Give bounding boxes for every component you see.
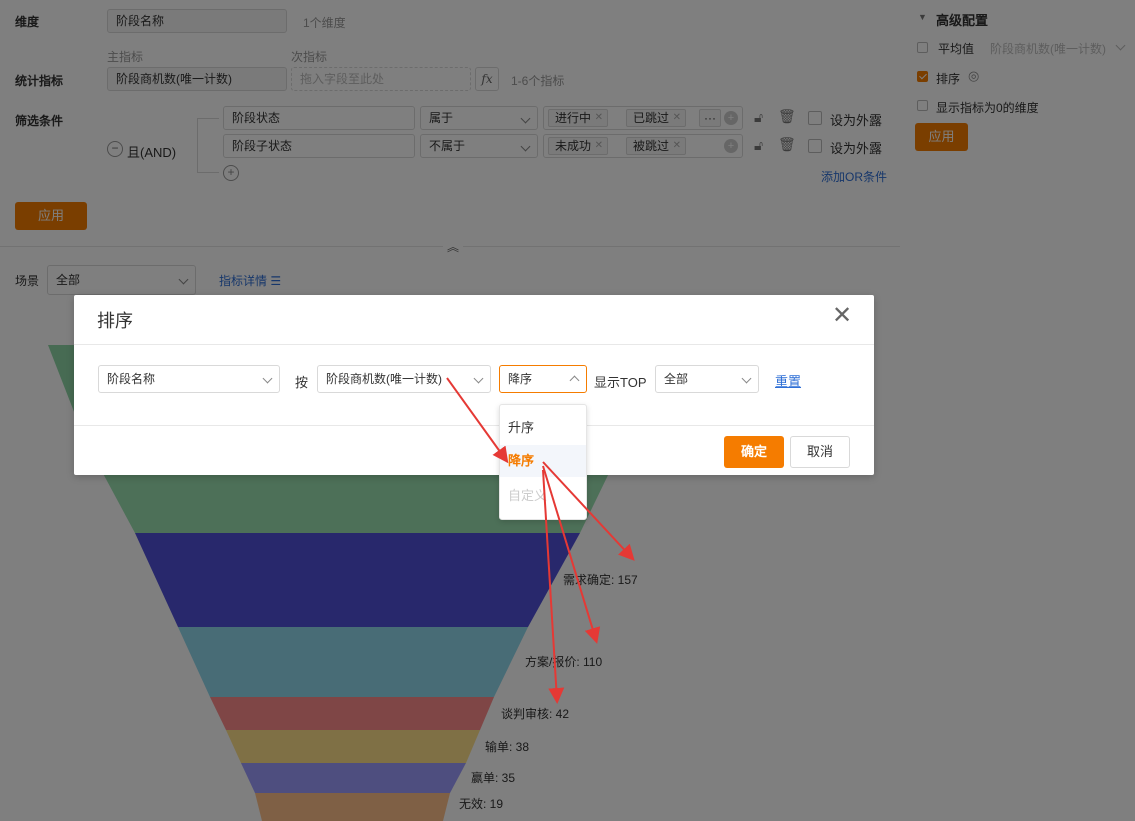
- sort-order-dropdown: 升序 降序 自定义: [499, 404, 587, 520]
- modal-title: 排序: [97, 311, 133, 331]
- reset-link[interactable]: 重置: [775, 371, 801, 390]
- sort-modal: 排序 ✕ 阶段名称 按 阶段商机数(唯一计数) 降序 显示TOP 全部 重置 确…: [74, 295, 874, 475]
- top-select[interactable]: 全部: [655, 365, 759, 393]
- sort-field-select[interactable]: 阶段名称: [98, 365, 280, 393]
- modal-header-divider: [74, 344, 874, 345]
- confirm-button[interactable]: 确定: [724, 436, 784, 468]
- option-ascending[interactable]: 升序: [500, 413, 586, 443]
- option-custom[interactable]: 自定义: [500, 481, 586, 511]
- close-icon[interactable]: ✕: [832, 301, 852, 331]
- option-descending[interactable]: 降序: [500, 445, 586, 477]
- sort-order-select[interactable]: 降序: [499, 365, 587, 393]
- cancel-button[interactable]: 取消: [790, 436, 850, 468]
- by-label: 按: [295, 375, 309, 390]
- sort-metric-select[interactable]: 阶段商机数(唯一计数): [317, 365, 491, 393]
- modal-footer-divider: [74, 425, 874, 426]
- top-label: 显示TOP: [594, 375, 647, 390]
